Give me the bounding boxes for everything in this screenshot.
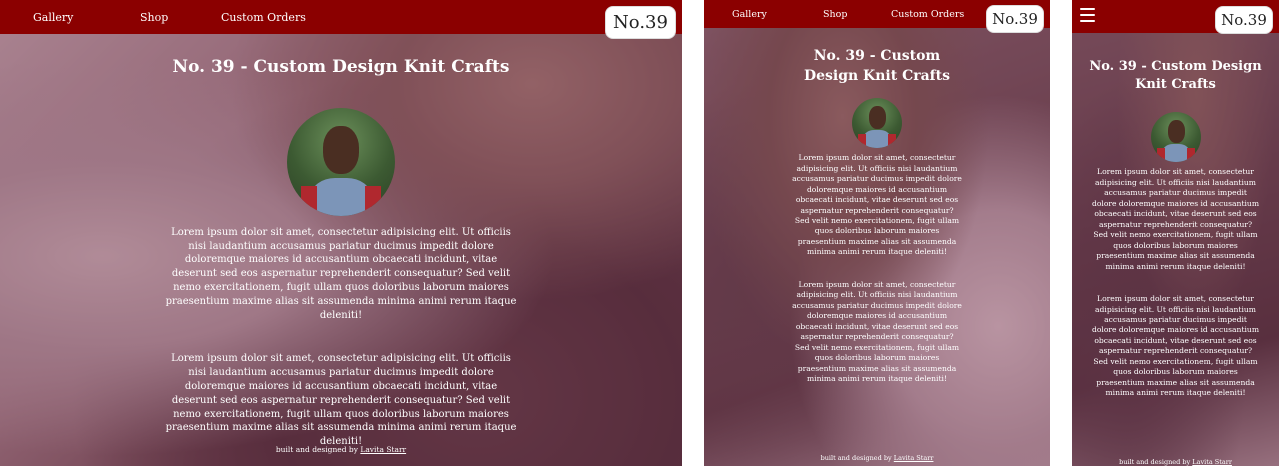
navbar: No.39: [1072, 0, 1279, 34]
intro-paragraph: Lorem ipsum dolor sit amet, consectetur …: [792, 153, 962, 257]
logo-text: No.39: [613, 12, 668, 33]
footer-credit-text: built and designed by: [275, 445, 361, 454]
hamburger-menu-icon[interactable]: [1080, 8, 1095, 26]
site-footer: built and designed by Lavita Starr: [1072, 458, 1279, 466]
nav-link-gallery[interactable]: Gallery: [33, 11, 73, 24]
page-title: No. 39 - Custom Design Knit Crafts: [803, 48, 951, 84]
navbar: Gallery Shop Custom Orders No.39: [0, 0, 682, 39]
desktop-view: Gallery Shop Custom Orders No.39 No. 39 …: [0, 0, 682, 466]
mobile-view: No.39 No. 39 - Custom Design Knit Crafts…: [1072, 0, 1279, 466]
main-content: No. 39 - Custom Design Knit Crafts Lorem…: [0, 0, 682, 449]
page-title: No. 39 - Custom Design Knit Crafts: [1089, 59, 1262, 93]
footer-author-link[interactable]: Lavita Starr: [894, 454, 934, 462]
nav-link-custom-orders[interactable]: Custom Orders: [891, 9, 964, 20]
nav-link-shop[interactable]: Shop: [140, 11, 168, 24]
avatar: [287, 107, 395, 216]
footer-credit-text: built and designed by: [1119, 458, 1193, 466]
navbar: Gallery Shop Custom Orders No.39: [704, 0, 1050, 33]
intro-paragraph: Lorem ipsum dolor sit amet, consectetur …: [1091, 167, 1260, 271]
second-paragraph: Lorem ipsum dolor sit amet, consectetur …: [1091, 294, 1260, 398]
second-paragraph: Lorem ipsum dolor sit amet, consectetur …: [792, 279, 962, 384]
footer-author-link[interactable]: Lavita Starr: [360, 445, 406, 454]
brand-logo[interactable]: No.39: [986, 5, 1044, 33]
tablet-view: Gallery Shop Custom Orders No.39 No. 39 …: [704, 0, 1050, 466]
second-paragraph: Lorem ipsum dolor sit amet, consectetur …: [165, 353, 517, 448]
nav-link-custom-orders[interactable]: Custom Orders: [221, 11, 306, 24]
main-content: No. 39 - Custom Design Knit Crafts Lorem…: [704, 0, 1050, 385]
footer-author-link[interactable]: Lavita Starr: [1192, 458, 1232, 466]
site-footer: built and designed by Lavita Starr: [0, 445, 682, 454]
intro-paragraph: Lorem ipsum dolor sit amet, consectetur …: [165, 226, 517, 321]
brand-logo[interactable]: No.39: [605, 6, 676, 39]
logo-text: No.39: [1221, 11, 1267, 29]
nav-link-shop[interactable]: Shop: [823, 9, 847, 20]
site-footer: built and designed by Lavita Starr: [704, 454, 1050, 462]
brand-logo[interactable]: No.39: [1215, 6, 1273, 34]
nav-link-gallery[interactable]: Gallery: [732, 9, 767, 20]
avatar: [1150, 112, 1201, 163]
logo-text: No.39: [992, 10, 1038, 28]
main-content: No. 39 - Custom Design Knit Crafts Lorem…: [1072, 0, 1279, 399]
footer-credit-text: built and designed by: [820, 454, 894, 462]
page-title: No. 39 - Custom Design Knit Crafts: [172, 57, 510, 77]
avatar: [852, 98, 902, 149]
